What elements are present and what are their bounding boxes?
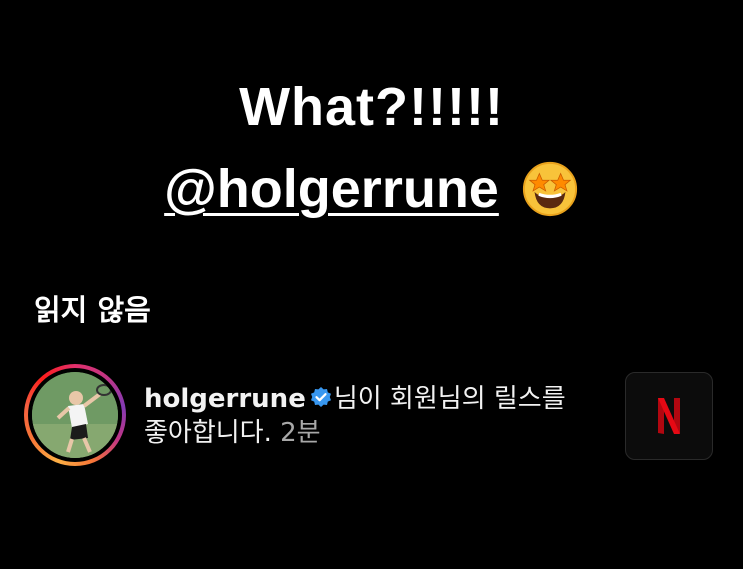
verified-badge-icon [310,387,331,407]
reel-thumbnail[interactable] [625,372,713,460]
mention-handle: @holgerrune [164,159,499,219]
story-mention-row: @holgerrune [0,158,743,220]
story-headline: What?!!!!! [239,77,504,137]
unread-section-header: 읽지 않음 [34,293,151,327]
mention-sticker[interactable]: @holgerrune [164,158,499,220]
username[interactable]: holgerrune [144,384,306,414]
star-struck-emoji-icon [522,161,577,217]
story-ring[interactable] [24,364,126,466]
notification-text: holgerrune 님이 회원님의 릴스를 좋아합니다. 2분 [144,382,594,450]
avatar [32,372,118,458]
avatar-photo [32,372,118,458]
notification-time: 2분 [280,418,321,448]
netflix-logo-icon [658,398,680,434]
like-notification[interactable]: holgerrune 님이 회원님의 릴스를 좋아합니다. 2분 [24,364,724,474]
